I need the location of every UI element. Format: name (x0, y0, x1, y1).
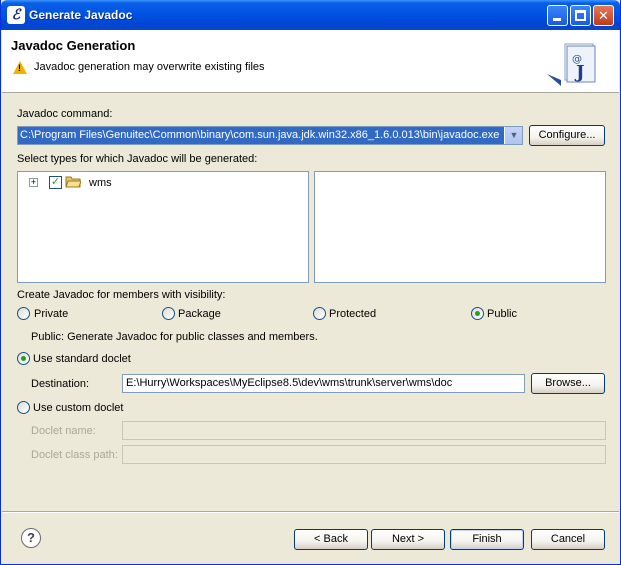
finish-button[interactable]: Finish (450, 529, 524, 550)
javadoc-logo-icon: @ J (547, 43, 596, 86)
types-tree[interactable]: + ✓ wms (17, 171, 309, 283)
warning-icon: ! (13, 61, 27, 74)
browse-button[interactable]: Browse... (531, 373, 605, 394)
chevron-down-icon[interactable]: ▼ (505, 127, 522, 144)
javadoc-command-label: Javadoc command: (17, 108, 113, 120)
tree-item-label: wms (89, 177, 112, 189)
standard-doclet-label[interactable]: Use standard doclet (33, 353, 131, 365)
expand-icon[interactable]: + (29, 178, 38, 187)
radio-package[interactable] (162, 307, 175, 320)
radio-private-label[interactable]: Private (34, 308, 68, 320)
visibility-label: Create Javadoc for members with visibili… (17, 289, 226, 301)
doclet-name-label: Doclet name: (31, 425, 96, 437)
radio-standard-doclet[interactable] (17, 352, 30, 365)
title-bar[interactable]: ℰ Generate Javadoc ✕ (1, 0, 620, 30)
doclet-name-input[interactable] (122, 421, 606, 440)
tree-checkbox[interactable]: ✓ (49, 176, 62, 189)
header-banner: Javadoc Generation ! Javadoc generation … (2, 30, 619, 93)
cancel-button[interactable]: Cancel (531, 529, 605, 550)
radio-public[interactable] (471, 307, 484, 320)
maximize-icon (575, 10, 586, 21)
package-folder-icon (65, 176, 81, 188)
svg-text:J: J (574, 62, 585, 83)
configure-button[interactable]: Configure... (529, 125, 605, 146)
doclet-classpath-input[interactable] (122, 445, 606, 464)
radio-protected[interactable] (313, 307, 326, 320)
types-label: Select types for which Javadoc will be g… (17, 153, 258, 165)
minimize-button[interactable] (547, 5, 568, 26)
destination-label: Destination: (31, 378, 90, 390)
radio-private[interactable] (17, 307, 30, 320)
generate-javadoc-dialog: ℰ Generate Javadoc ✕ Javadoc Generation … (0, 0, 621, 565)
radio-protected-label[interactable]: Protected (329, 308, 376, 320)
close-button[interactable]: ✕ (593, 5, 614, 26)
banner-message: Javadoc generation may overwrite existin… (34, 61, 265, 73)
radio-public-label[interactable]: Public (487, 308, 517, 320)
radio-package-label[interactable]: Package (178, 308, 221, 320)
maximize-button[interactable] (570, 5, 591, 26)
doclet-classpath-label: Doclet class path: (31, 449, 118, 461)
visibility-description: Public: Generate Javadoc for public clas… (31, 331, 318, 343)
footer-divider (2, 511, 619, 513)
next-button[interactable]: Next > (371, 529, 445, 550)
destination-input[interactable]: E:\Hurry\Workspaces\MyEclipse8.5\dev\wms… (122, 374, 525, 393)
radio-custom-doclet[interactable] (17, 401, 30, 414)
members-list[interactable] (314, 171, 606, 283)
custom-doclet-label[interactable]: Use custom doclet (33, 402, 123, 414)
minimize-icon (553, 18, 561, 21)
window-title: Generate Javadoc (29, 8, 133, 22)
help-icon[interactable]: ? (21, 528, 41, 548)
javadoc-command-value[interactable]: C:\Program Files\Genuitec\Common\binary\… (18, 127, 504, 144)
javadoc-command-combo[interactable]: C:\Program Files\Genuitec\Common\binary\… (17, 126, 523, 145)
page-title: Javadoc Generation (11, 38, 136, 53)
close-icon: ✕ (598, 8, 609, 23)
back-button[interactable]: < Back (294, 529, 368, 550)
eclipse-icon: ℰ (7, 6, 25, 24)
